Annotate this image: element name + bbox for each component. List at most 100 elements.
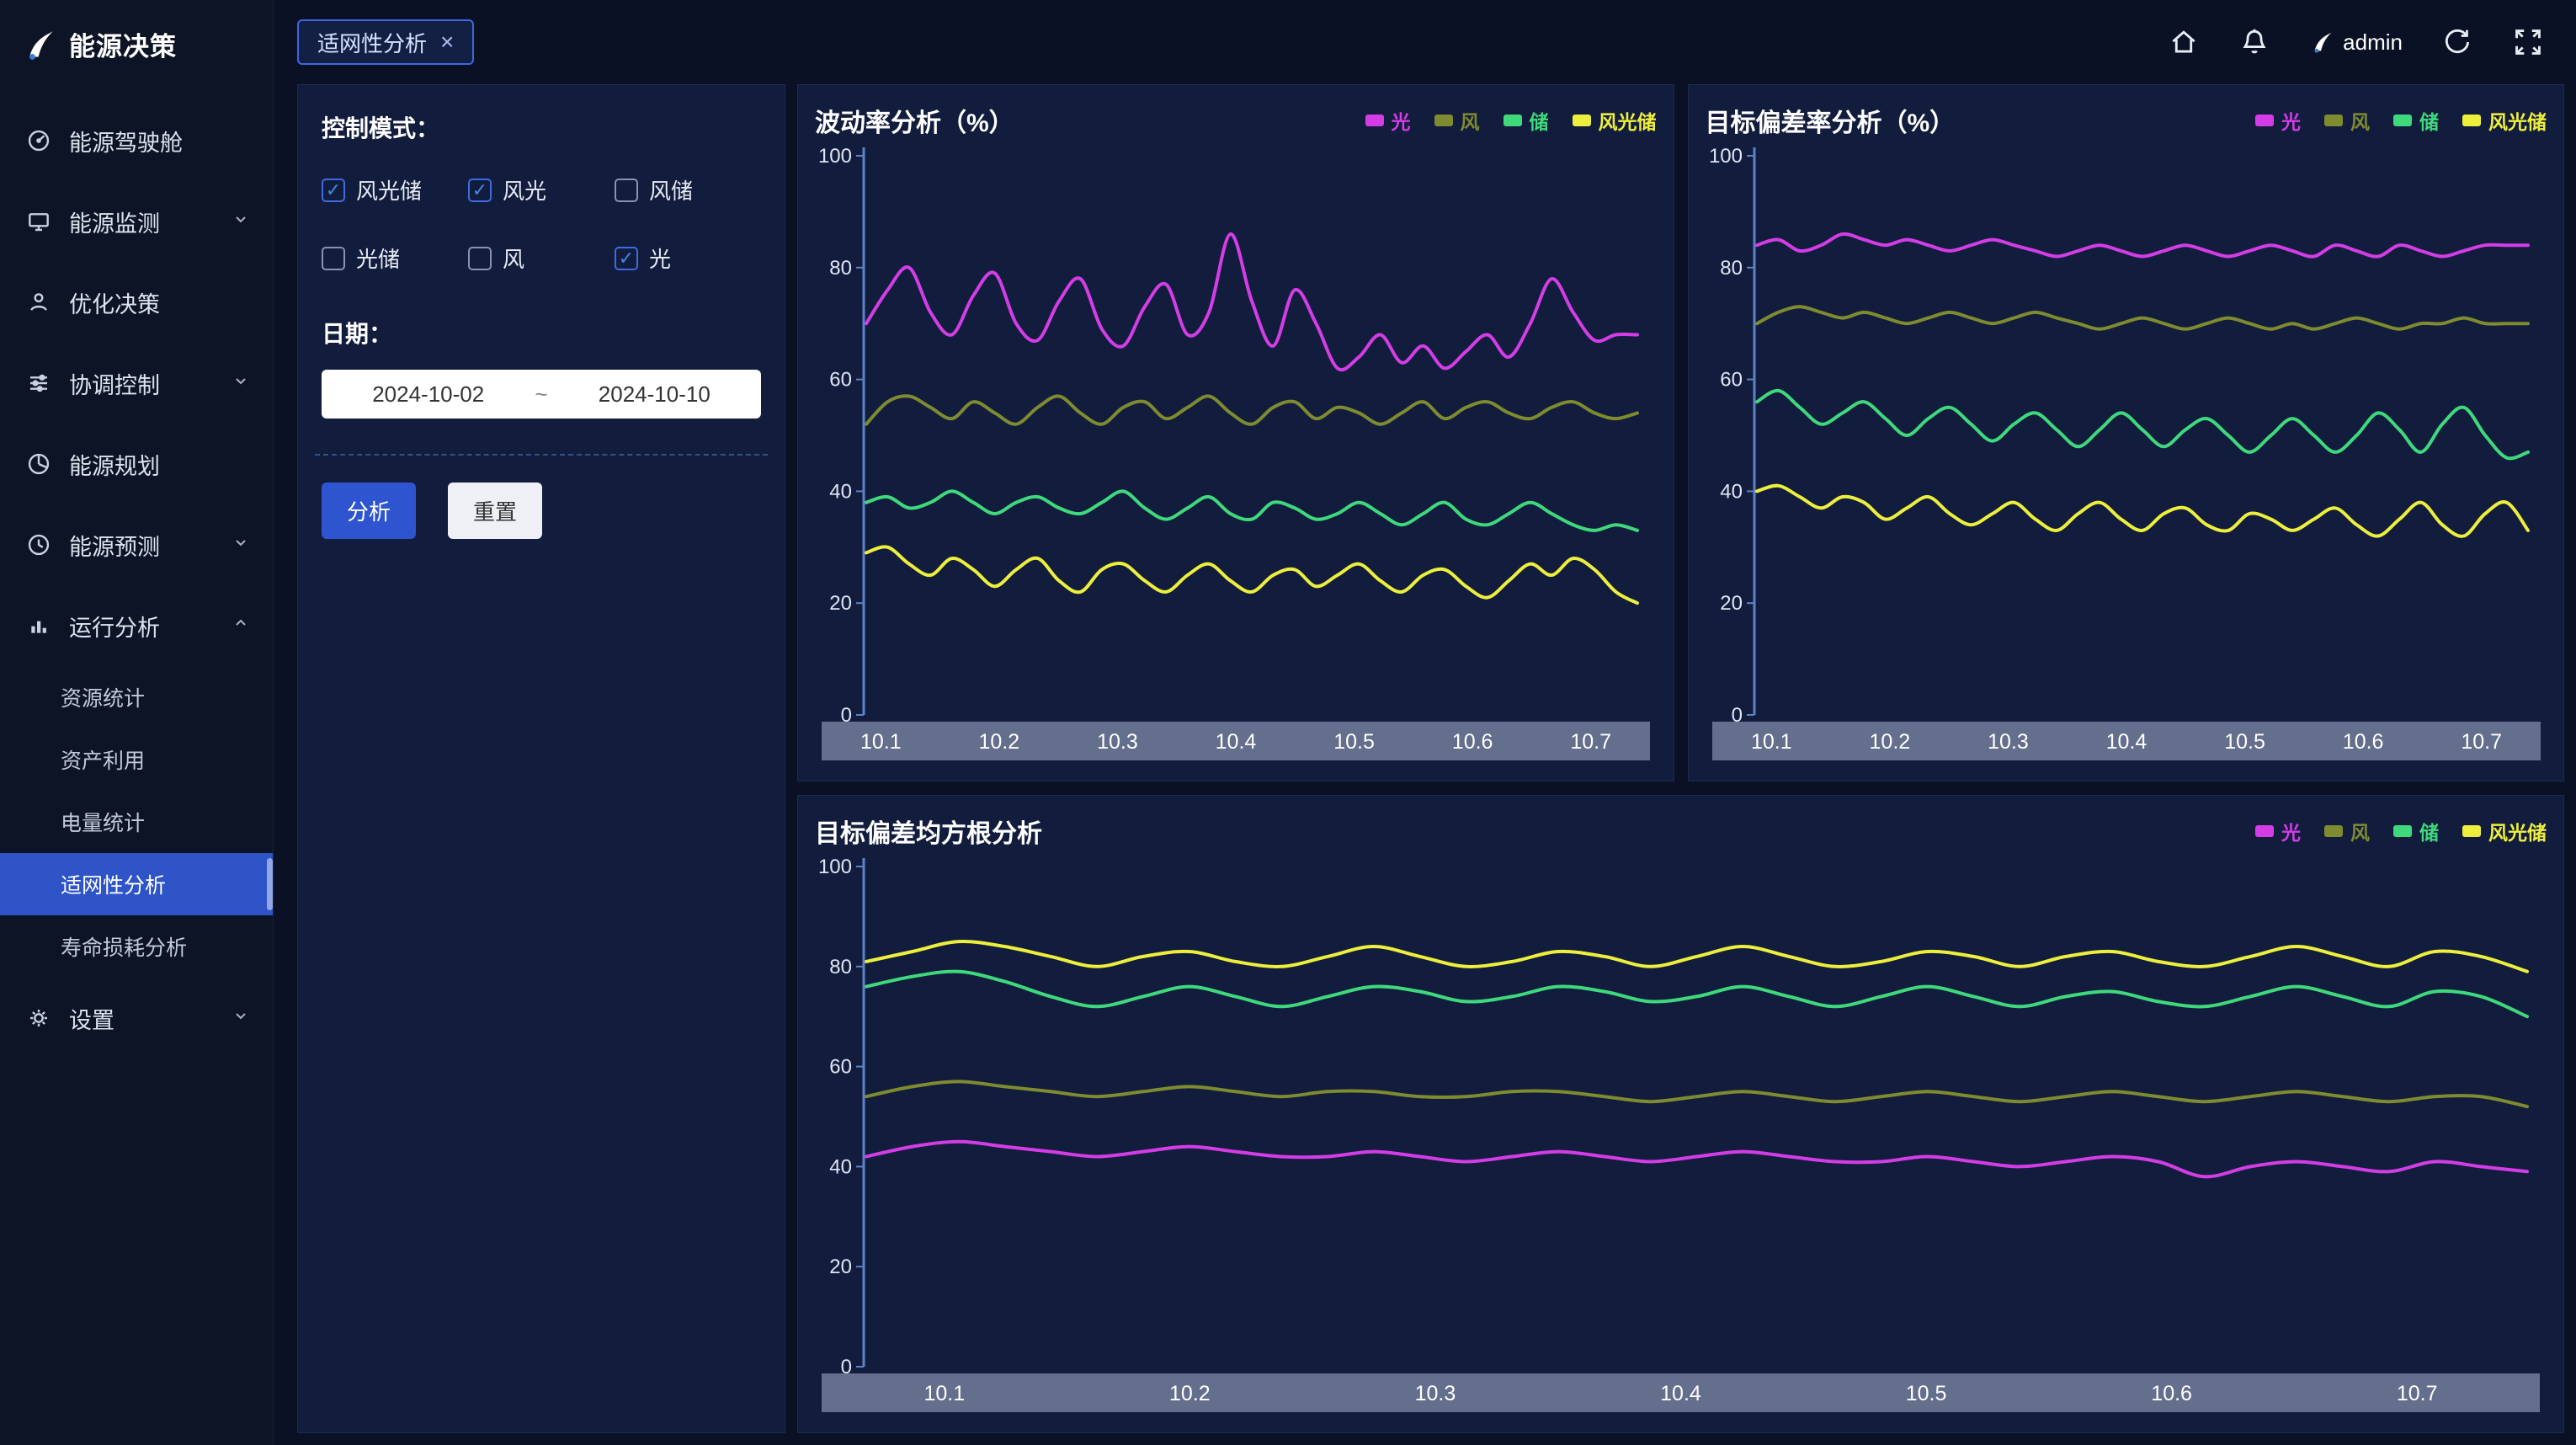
mode-checkbox[interactable]: ✓ 风 bbox=[468, 243, 615, 274]
series-储 bbox=[866, 972, 2527, 1017]
home-icon[interactable] bbox=[2168, 26, 2200, 58]
sidebar-item-forecast[interactable]: 能源预测 bbox=[0, 504, 273, 585]
brand-logo-icon bbox=[2309, 29, 2334, 55]
legend-label: 光 bbox=[1392, 106, 1411, 135]
x-tick-label: 10.5 bbox=[2224, 730, 2265, 754]
pie-chart-icon bbox=[25, 451, 52, 477]
clock-icon bbox=[25, 531, 52, 558]
mode-checkbox[interactable]: ✓ 光储 bbox=[322, 243, 468, 274]
legend-swatch-icon bbox=[2255, 115, 2274, 126]
legend-swatch-icon bbox=[2393, 825, 2412, 837]
legend-swatch-icon bbox=[1573, 115, 1591, 126]
submenu-item-asset-utilization[interactable]: 资产利用 bbox=[0, 728, 273, 791]
series-风光储 bbox=[866, 547, 1637, 603]
submenu-item-life-loss[interactable]: 寿命损耗分析 bbox=[0, 915, 273, 978]
sidebar-item-label: 设置 bbox=[69, 1002, 114, 1035]
series-光 bbox=[866, 234, 1637, 370]
volatility-chart-panel: 波动率分析（%） 光风储风光储 02040608010010.110.210.3… bbox=[797, 84, 1674, 781]
legend-item[interactable]: 风 bbox=[1434, 106, 1480, 135]
y-tick-label: 40 bbox=[829, 480, 852, 503]
check-icon: ✓ bbox=[472, 179, 487, 201]
app-logo: 能源决策 bbox=[0, 0, 273, 82]
x-tick-label: 10.5 bbox=[1333, 730, 1375, 754]
sidebar-item-planning[interactable]: 能源规划 bbox=[0, 424, 273, 504]
legend-label: 储 bbox=[2419, 106, 2439, 135]
legend-item[interactable]: 储 bbox=[2393, 817, 2439, 845]
chevron-down-icon bbox=[231, 532, 251, 558]
x-tick-label: 10.1 bbox=[1750, 730, 1791, 754]
mode-checkbox[interactable]: ✓ 风光储 bbox=[322, 174, 468, 205]
series-风 bbox=[1757, 307, 2528, 329]
legend-item[interactable]: 风 bbox=[2324, 817, 2370, 845]
legend-item[interactable]: 风光储 bbox=[2462, 106, 2547, 135]
user-menu[interactable]: admin bbox=[2309, 29, 2403, 56]
legend-swatch-icon bbox=[1365, 115, 1384, 126]
legend-item[interactable]: 光 bbox=[2255, 106, 2301, 135]
legend-item[interactable]: 储 bbox=[1504, 106, 1549, 135]
x-tick-label: 10.4 bbox=[1660, 1382, 1701, 1405]
tab-grid-suitability[interactable]: 适网性分析 × bbox=[297, 19, 474, 65]
y-tick-label: 60 bbox=[829, 369, 852, 392]
charts-top-row: 波动率分析（%） 光风储风光储 02040608010010.110.210.3… bbox=[797, 84, 2564, 781]
line-chart: 02040608010010.110.210.310.410.510.610.7 bbox=[815, 851, 2547, 1417]
refresh-icon[interactable] bbox=[2441, 26, 2473, 58]
date-separator: ~ bbox=[535, 381, 547, 408]
legend-item[interactable]: 光 bbox=[2255, 817, 2301, 845]
legend-item[interactable]: 风光储 bbox=[2462, 817, 2547, 845]
sidebar-item-label: 能源预测 bbox=[69, 529, 160, 562]
checkbox-box: ✓ bbox=[615, 179, 638, 202]
submenu-item-energy-stats[interactable]: 电量统计 bbox=[0, 791, 273, 853]
x-tick-label: 10.2 bbox=[1169, 1382, 1211, 1405]
date-range-input[interactable]: 2024-10-02 ~ 2024-10-10 bbox=[322, 370, 761, 419]
analyze-button[interactable]: 分析 bbox=[322, 483, 416, 539]
y-tick-label: 100 bbox=[1708, 145, 1742, 168]
submenu-item-grid-suitability[interactable]: 适网性分析 bbox=[0, 853, 273, 915]
submenu-label: 寿命损耗分析 bbox=[61, 931, 187, 962]
page-content: 控制模式： ✓ 风光储 ✓ 风光 ✓ 风储 ✓ 光储 bbox=[297, 84, 2564, 1433]
sidebar-item-monitoring[interactable]: 能源监测 bbox=[0, 181, 273, 262]
legend-label: 风 bbox=[1461, 106, 1480, 135]
charts-area: 波动率分析（%） 光风储风光储 02040608010010.110.210.3… bbox=[797, 84, 2564, 1433]
reset-button[interactable]: 重置 bbox=[448, 483, 542, 539]
legend-item[interactable]: 光 bbox=[1365, 106, 1411, 135]
person-icon bbox=[25, 289, 52, 316]
chart-header: 目标偏差均方根分析 光风储风光储 bbox=[815, 811, 2547, 851]
sidebar-item-cockpit[interactable]: 能源驾驶舱 bbox=[0, 100, 273, 181]
checkbox-label: 光 bbox=[649, 243, 671, 274]
chart-title: 目标偏差率分析（%） bbox=[1706, 102, 1956, 139]
rms-deviation-chart-panel: 目标偏差均方根分析 光风储风光储 02040608010010.110.210.… bbox=[797, 795, 2564, 1433]
legend-swatch-icon bbox=[2393, 115, 2412, 126]
legend-item[interactable]: 储 bbox=[2393, 106, 2439, 135]
sidebar-item-analysis[interactable]: 运行分析 bbox=[0, 585, 273, 666]
y-tick-label: 20 bbox=[1720, 592, 1743, 615]
series-储 bbox=[866, 491, 1637, 531]
sidebar-item-coordination[interactable]: 协调控制 bbox=[0, 343, 273, 424]
y-tick-label: 80 bbox=[1720, 257, 1743, 280]
checkbox-label: 风光 bbox=[503, 174, 546, 205]
sidebar-item-settings[interactable]: 设置 bbox=[0, 978, 273, 1058]
close-icon[interactable]: × bbox=[440, 30, 454, 54]
mode-checkbox[interactable]: ✓ 风储 bbox=[615, 174, 761, 205]
bell-icon[interactable] bbox=[2238, 26, 2270, 58]
x-tick-label: 10.7 bbox=[2461, 730, 2502, 754]
sidebar-item-optimization[interactable]: 优化决策 bbox=[0, 262, 273, 343]
legend-label: 风光储 bbox=[2488, 106, 2547, 135]
x-tick-label: 10.1 bbox=[923, 1382, 965, 1405]
x-tick-label: 10.6 bbox=[2151, 1382, 2192, 1405]
legend-swatch-icon bbox=[2324, 825, 2343, 837]
series-储 bbox=[1757, 391, 2528, 459]
legend-item[interactable]: 风 bbox=[2324, 106, 2370, 135]
y-tick-label: 20 bbox=[829, 592, 852, 615]
legend-label: 风光储 bbox=[1599, 106, 1657, 135]
checkbox-label: 风 bbox=[503, 243, 524, 274]
date-end-value: 2024-10-10 bbox=[599, 381, 711, 408]
mode-checkbox[interactable]: ✓ 光 bbox=[615, 243, 761, 274]
analysis-submenu: 资源统计 资产利用 电量统计 适网性分析 寿命损耗分析 bbox=[0, 666, 273, 978]
chevron-up-icon bbox=[231, 613, 251, 639]
x-tick-label: 10.6 bbox=[1452, 730, 1493, 754]
date-start-value: 2024-10-02 bbox=[372, 381, 484, 408]
submenu-item-resource-stats[interactable]: 资源统计 bbox=[0, 666, 273, 728]
mode-checkbox[interactable]: ✓ 风光 bbox=[468, 174, 615, 205]
fullscreen-icon[interactable] bbox=[2512, 26, 2544, 58]
legend-item[interactable]: 风光储 bbox=[1573, 106, 1657, 135]
